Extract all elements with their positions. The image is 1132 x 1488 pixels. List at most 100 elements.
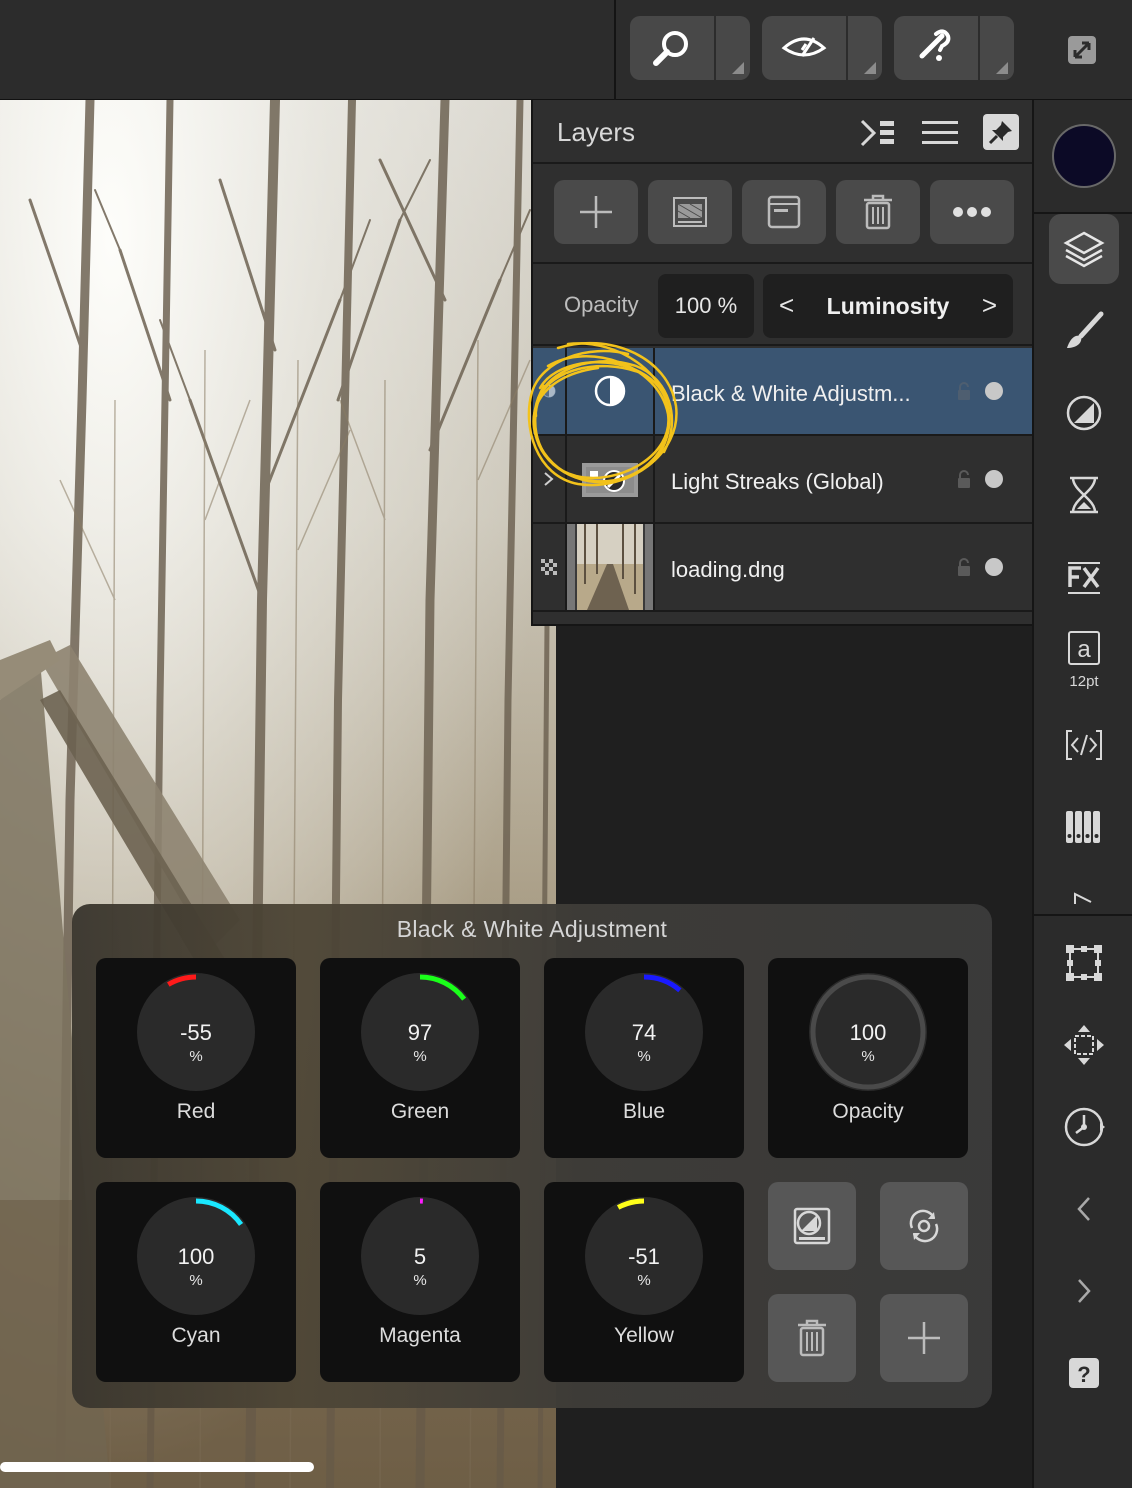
adjustment-title: Black & White Adjustment xyxy=(396,916,668,942)
snapshots-button[interactable] xyxy=(1049,1092,1119,1162)
merge-adjustment-button[interactable] xyxy=(768,1182,856,1270)
collapse-panel-button[interactable] xyxy=(859,114,897,152)
studio-toolbar: a 12pt ? xyxy=(1032,100,1132,1488)
layer-name: Light Streaks (Global) xyxy=(671,469,884,494)
add-layer-button[interactable] xyxy=(554,180,638,244)
chevron-left-icon xyxy=(1077,1197,1090,1221)
canvas-scrollbar[interactable] xyxy=(0,1462,314,1472)
transform-studio-button[interactable] xyxy=(1049,928,1119,998)
pin-panel-button[interactable] xyxy=(983,114,1019,150)
panel-menu-button[interactable] xyxy=(921,114,959,152)
dial-cyan[interactable]: 100% Cyan xyxy=(96,1182,296,1382)
dial-magenta[interactable]: 5% Magenta xyxy=(320,1182,520,1382)
add-preset-button[interactable] xyxy=(880,1294,968,1382)
move-tool-button[interactable] xyxy=(1049,1010,1119,1080)
photo-thumbnail xyxy=(567,524,653,610)
fx-icon xyxy=(1068,562,1100,594)
effects-studio-button[interactable] xyxy=(1049,542,1119,612)
code-brackets-icon xyxy=(1066,730,1102,760)
dial-unit: % xyxy=(413,1048,427,1065)
dial-value: 5 xyxy=(413,1244,427,1269)
layer-name: Black & White Adjustm... xyxy=(671,381,911,406)
previous-blend-mode-button[interactable]: < xyxy=(779,290,794,321)
delete-layer-button[interactable] xyxy=(836,180,920,244)
dial-label: Magenta xyxy=(379,1324,461,1347)
assistant-button[interactable] xyxy=(894,16,1014,80)
dial-value: 100 xyxy=(177,1244,215,1269)
next-blend-mode-button[interactable]: > xyxy=(982,290,997,321)
hamburger-menu-icon xyxy=(922,121,958,144)
dial-label: Blue xyxy=(622,1100,666,1123)
trash-icon xyxy=(798,1319,826,1357)
tool-options-indicator[interactable] xyxy=(996,62,1008,74)
lock-icon[interactable] xyxy=(957,382,971,400)
plus-icon xyxy=(580,196,612,228)
toolbar-divider xyxy=(614,0,616,100)
visibility-toggle[interactable] xyxy=(985,558,1003,576)
zoom-tool-button[interactable] xyxy=(630,16,750,80)
add-mask-button[interactable] xyxy=(648,180,732,244)
more-options-button[interactable] xyxy=(930,180,1014,244)
reset-adjustment-button[interactable] xyxy=(880,1182,968,1270)
dial-unit: % xyxy=(189,1272,203,1289)
move-arrows-icon xyxy=(1064,1025,1104,1065)
group-icon xyxy=(767,195,801,229)
hourglass-icon xyxy=(1070,476,1098,514)
layer-gutter[interactable] xyxy=(533,524,567,610)
transform-icon xyxy=(1066,945,1102,981)
dial-red[interactable]: -55% Red xyxy=(96,958,296,1158)
layer-thumbnail xyxy=(567,524,655,610)
clock-icon xyxy=(1064,1107,1105,1147)
top-toolbar xyxy=(0,0,1132,100)
brushes-studio-button[interactable] xyxy=(1049,296,1119,366)
help-button[interactable]: ? xyxy=(1049,1338,1119,1408)
more-studios-button[interactable] xyxy=(1049,874,1119,904)
redo-button[interactable] xyxy=(1049,1256,1119,1326)
view-mode-icon xyxy=(762,16,846,80)
dial-blue[interactable]: 74% Blue xyxy=(544,958,744,1158)
svg-text:a: a xyxy=(1077,636,1091,663)
visibility-toggle[interactable] xyxy=(985,382,1003,400)
zoom-icon xyxy=(630,16,714,80)
layers-panel-header: Layers xyxy=(533,100,1034,164)
delete-adjustment-button[interactable] xyxy=(768,1294,856,1382)
current-color-swatch[interactable] xyxy=(1052,124,1116,188)
dial-value: 100 xyxy=(849,1020,887,1045)
brush-icon xyxy=(1067,311,1104,348)
lock-icon[interactable] xyxy=(957,558,971,576)
fullscreen-button[interactable] xyxy=(1060,30,1104,70)
navigator-icon xyxy=(1074,892,1092,904)
collapse-icon xyxy=(860,119,894,147)
layers-studio-button[interactable] xyxy=(1049,214,1119,284)
text-size-label: 12pt xyxy=(1069,673,1099,690)
swatches-studio-button[interactable] xyxy=(1049,792,1119,862)
adjustments-studio-button[interactable] xyxy=(1049,378,1119,448)
layer-row-loading-dng[interactable]: loading.dng xyxy=(533,524,1034,612)
dial-value: 97 xyxy=(407,1020,433,1045)
dial-value: -51 xyxy=(628,1244,660,1269)
lock-icon[interactable] xyxy=(957,470,971,488)
dial-unit: % xyxy=(637,1272,651,1289)
ellipsis-icon xyxy=(953,207,991,217)
dial-unit: % xyxy=(413,1272,427,1289)
assets-studio-button[interactable] xyxy=(1049,710,1119,780)
history-studio-button[interactable] xyxy=(1049,460,1119,530)
layer-opacity-row: Opacity 100 % Luminosity < > xyxy=(533,266,1034,346)
visibility-toggle[interactable] xyxy=(985,470,1003,488)
dial-yellow[interactable]: -51% Yellow xyxy=(544,1182,744,1382)
dial-opacity[interactable]: 100% Opacity xyxy=(768,958,968,1158)
undo-button[interactable] xyxy=(1049,1174,1119,1244)
dial-green[interactable]: 97% Green xyxy=(320,958,520,1158)
view-mode-button[interactable] xyxy=(762,16,882,80)
blend-mode-selector[interactable]: Luminosity < > xyxy=(763,274,1013,338)
opacity-value-field[interactable]: 100 % xyxy=(658,274,754,338)
toolbar-divider xyxy=(1034,914,1132,916)
dial-label: Yellow xyxy=(614,1324,674,1347)
tool-options-indicator[interactable] xyxy=(732,62,744,74)
assistant-icon xyxy=(894,16,978,80)
swatches-icon xyxy=(1066,811,1100,843)
group-layers-button[interactable] xyxy=(742,180,826,244)
dial-label: Cyan xyxy=(171,1324,221,1347)
tool-options-indicator[interactable] xyxy=(864,62,876,74)
dial-value: -55 xyxy=(180,1020,212,1045)
